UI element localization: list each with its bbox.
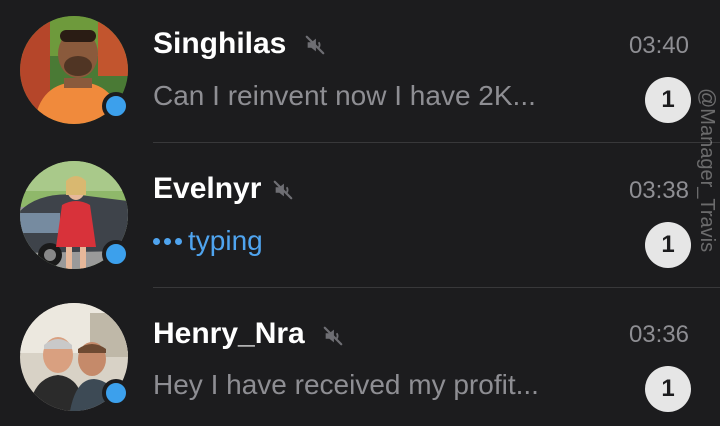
muted-speaker-icon: [273, 180, 293, 200]
watermark-text: @Manager_Travis: [696, 88, 718, 253]
online-indicator-icon: [102, 92, 130, 120]
chat-time: 03:36: [628, 321, 689, 348]
muted-speaker-icon: [323, 326, 343, 346]
muted-speaker-icon: [305, 35, 325, 55]
chat-name: Singhilas: [153, 27, 287, 60]
typing-indicator: typing: [153, 224, 263, 258]
chat-name: Evelnyr: [153, 172, 262, 205]
unread-badge: 1: [645, 222, 691, 268]
chat-time: 03:40: [628, 32, 689, 59]
chat-item-singhilas[interactable]: Singhilas 03:40 Can I reinvent now I hav…: [0, 0, 720, 144]
chat-item-evelnyr[interactable]: Evelnyr 03:38 typing 1: [0, 144, 720, 288]
chat-preview: Can I reinvent now I have 2K...: [153, 80, 536, 111]
unread-badge: 1: [645, 77, 691, 123]
chat-preview: Hey I have received my profit...: [153, 369, 539, 400]
divider: [153, 142, 720, 143]
online-indicator-icon: [102, 240, 130, 268]
typing-label: typing: [188, 225, 263, 256]
chat-item-henry-nra[interactable]: Henry_Nra 03:36 Hey I have received my p…: [0, 288, 720, 426]
online-indicator-icon: [102, 379, 130, 407]
chat-list: Singhilas 03:40 Can I reinvent now I hav…: [0, 0, 720, 426]
chat-name: Henry_Nra: [153, 317, 305, 350]
typing-dots-icon: [153, 237, 182, 245]
chat-time: 03:38: [628, 177, 689, 204]
unread-badge: 1: [645, 366, 691, 412]
